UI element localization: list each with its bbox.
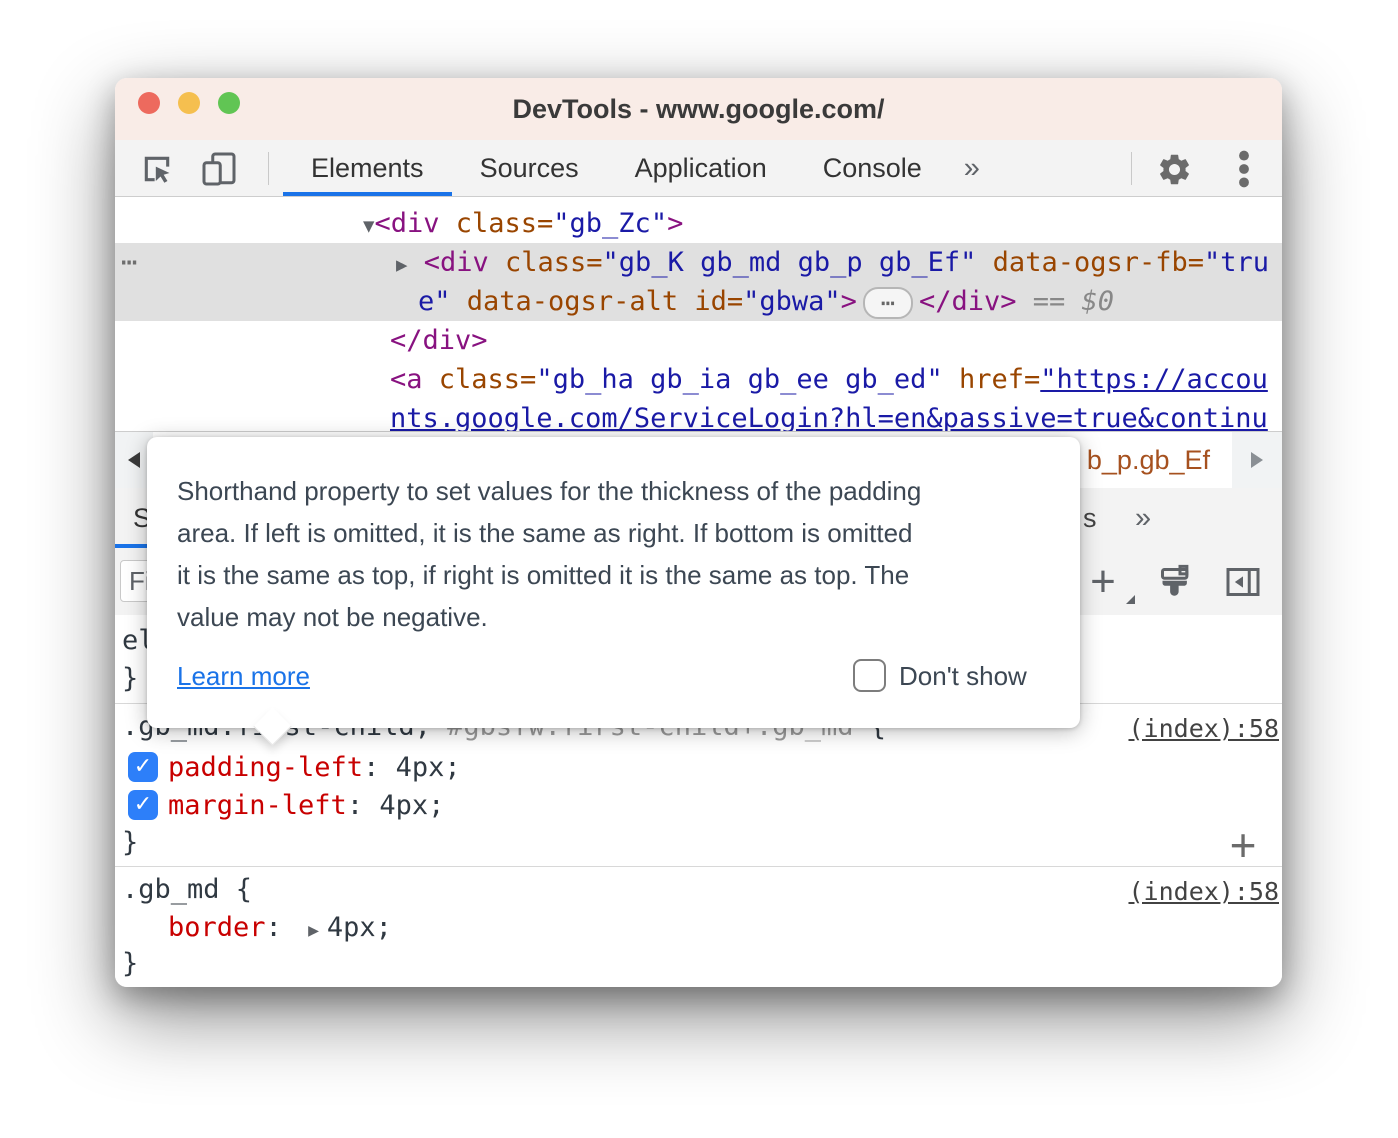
property-row-padding-left[interactable]: ✓ padding-left: 4px; <box>128 748 461 786</box>
rule2-selector[interactable]: .gb_md { <box>122 871 252 909</box>
dom-node-gbzc[interactable]: ▼<div class="gb_Zc"> <box>363 204 683 243</box>
dom-tree: ▼<div class="gb_Zc"> ⋯ ▶ <div class="gb_… <box>115 197 1282 431</box>
property-value[interactable]: 4px; <box>396 752 461 783</box>
settings-gear-icon[interactable] <box>1154 149 1194 189</box>
section-divider <box>115 866 1282 867</box>
titlebar: DevTools - www.google.com/ <box>115 78 1282 141</box>
panel-tabs: Elements Sources Application Console » <box>283 140 994 196</box>
more-sidebar-tabs-icon[interactable]: » <box>1135 488 1151 548</box>
property-doc-tooltip: Shorthand property to set values for the… <box>147 437 1080 728</box>
property-row-border[interactable]: border: ▶4px; <box>168 909 392 947</box>
tab-sources[interactable]: Sources <box>452 140 607 196</box>
learn-more-link[interactable]: Learn more <box>177 661 310 692</box>
devtools-window: DevTools - www.google.com/ Elements Sour… <box>115 78 1282 987</box>
node-overflow-dots[interactable]: ⋯ <box>121 243 139 282</box>
long-press-corner-icon <box>1126 595 1135 604</box>
rule1-source-link[interactable]: (index):58 <box>1128 710 1279 748</box>
tab-console[interactable]: Console <box>795 140 950 196</box>
tooltip-text: Shorthand property to set values for the… <box>177 470 1050 638</box>
element-style-close: } <box>122 660 138 698</box>
device-toolbar-icon[interactable] <box>199 149 239 189</box>
dom-node-anchor-wrap[interactable]: nts.google.com/ServiceLogin?hl=en&passiv… <box>390 399 1268 431</box>
dont-show-label: Don't show <box>899 661 1027 692</box>
property-checkbox[interactable]: ✓ <box>128 752 158 782</box>
breadcrumb-item-selected[interactable]: b_p.gb_Ef <box>1087 432 1210 488</box>
element-state-brush-icon[interactable] <box>1155 562 1195 602</box>
dom-node-close-div[interactable]: </div> <box>390 321 488 360</box>
expand-children-pill[interactable]: ⋯ <box>863 287 913 319</box>
expand-shorthand-icon[interactable]: ▶ <box>308 920 319 941</box>
more-tabs-icon[interactable]: » <box>950 140 994 196</box>
collapse-arrow-icon[interactable]: ▼ <box>363 215 374 237</box>
dont-show-checkbox[interactable] <box>853 659 886 692</box>
dom-node-anchor[interactable]: <a class="gb_ha gb_ia gb_ee gb_ed" href=… <box>390 360 1268 399</box>
property-value[interactable]: 4px; <box>379 790 444 821</box>
rule1-close: } <box>122 824 138 862</box>
selected-node-line2[interactable]: e" data-ogsr-alt id="gbwa">⋯</div> == $0 <box>418 282 1114 321</box>
window-title: DevTools - www.google.com/ <box>115 78 1282 140</box>
kebab-menu-icon[interactable] <box>1224 149 1264 189</box>
selected-node-line1[interactable]: ▶ <div class="gb_K gb_md gb_p gb_Ef" dat… <box>396 243 1269 282</box>
property-checkbox[interactable]: ✓ <box>128 790 158 820</box>
toolbar-divider <box>1131 152 1132 185</box>
tab-elements[interactable]: Elements <box>283 140 452 196</box>
property-name[interactable]: border <box>168 912 266 943</box>
chevron-right-icon <box>1251 452 1263 468</box>
rule2-source-link[interactable]: (index):58 <box>1128 873 1279 911</box>
dock-sidebar-icon[interactable] <box>1223 562 1263 602</box>
main-toolbar: Elements Sources Application Console » <box>115 140 1282 197</box>
tab-application[interactable]: Application <box>607 140 795 196</box>
rule2-close: } <box>122 945 138 983</box>
new-style-rule-button[interactable]: + <box>1083 562 1123 602</box>
inspect-element-icon[interactable] <box>137 149 177 189</box>
tab-partial-label[interactable]: s <box>1083 488 1097 548</box>
property-name[interactable]: margin-left <box>168 790 347 821</box>
expand-arrow-icon[interactable]: ▶ <box>396 254 407 276</box>
href-link[interactable]: "https://accou <box>1040 364 1268 395</box>
property-value[interactable]: 4px; <box>327 912 392 943</box>
tooltip-footer: Learn more Don't show <box>177 659 1050 699</box>
property-name[interactable]: padding-left <box>168 752 363 783</box>
href-link-continued[interactable]: nts.google.com/ServiceLogin?hl=en&passiv… <box>390 403 1268 431</box>
add-style-rule-button[interactable]: + <box>1226 828 1260 862</box>
breadcrumb-scroll-right-button[interactable] <box>1232 432 1282 488</box>
toolbar-divider <box>268 152 269 185</box>
chevron-left-icon <box>128 452 140 468</box>
property-row-margin-left[interactable]: ✓ margin-left: 4px; <box>128 786 444 824</box>
